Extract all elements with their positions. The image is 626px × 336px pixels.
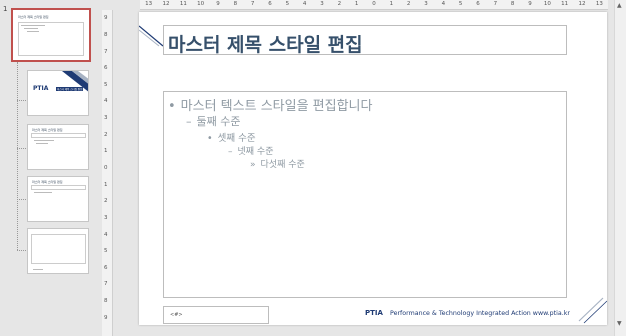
ruler-tick-label: 5 <box>458 1 463 7</box>
ruler-tick-label: 11 <box>561 1 569 7</box>
ruler-tick-label: 2 <box>104 131 108 138</box>
ruler-tick-label: 1 <box>104 181 108 188</box>
vertical-scrollbar[interactable]: ▲ ▼ <box>614 0 626 336</box>
slide-title: 마스터 제목 스타일 편집 <box>168 34 363 56</box>
layout-tree-connector <box>17 62 27 250</box>
ruler-tick-label: 7 <box>104 48 108 55</box>
ruler-tick-label: 7 <box>250 1 255 7</box>
text-level-4: – 넷째 수준 <box>228 147 274 157</box>
ruler-tick-label: 13 <box>595 1 603 7</box>
ruler-tick-label: 5 <box>285 1 290 7</box>
ruler-tick-label: 5 <box>104 248 108 255</box>
ruler-tick-label: 9 <box>104 314 108 321</box>
vertical-ruler: 9 8 7 6 5 4 3 2 1 0 1 2 3 4 5 6 7 8 9 <box>102 10 113 336</box>
ruler-tick-label: 12 <box>162 1 170 7</box>
ruler-tick-label: 4 <box>302 1 307 7</box>
ptia-logo: PTIA <box>365 309 383 317</box>
slide-master-canvas[interactable]: 마스터 제목 스타일 편집 • 마스터 텍스트 스타일을 편집합니다 – 둘째 수준… <box>139 12 607 325</box>
text-level-3: • 셋째 수준 <box>207 133 256 144</box>
ruler-tick-label: 6 <box>104 65 108 72</box>
scroll-down-icon[interactable]: ▼ <box>617 320 622 327</box>
text-level-1: • 마스터 텍스트 스타일을 편집합니다 <box>168 99 373 114</box>
stripe-graphic <box>62 71 88 92</box>
slide-number-placeholder[interactable]: <#> <box>163 306 269 324</box>
ruler-tick-label: 9 <box>216 1 220 7</box>
ruler-tick-label: 2 <box>406 1 411 7</box>
ruler-tick-label: 4 <box>441 1 446 7</box>
ruler-tick-label: 7 <box>104 281 108 288</box>
slide-thumbnail-pane: 1 마스터 제목 스타일 편집 PTIA 마스터 제목 스타일 편집 마스터 제… <box>0 0 100 336</box>
ruler-tick-label: 8 <box>510 1 515 7</box>
ruler-tick-label: 8 <box>104 31 108 38</box>
ruler-tick-label: 4 <box>104 231 108 238</box>
slide-number-field: <#> <box>170 312 183 318</box>
master-slide-thumbnail[interactable]: 마스터 제목 스타일 편집 <box>11 8 91 62</box>
ruler-tick-label: 3 <box>104 115 108 122</box>
ruler-tick-label: 0 <box>104 165 108 171</box>
ruler-tick-label: 4 <box>104 98 108 105</box>
ruler-tick-label: 6 <box>104 264 108 271</box>
ruler-tick-label: 1 <box>104 148 108 155</box>
company-tagline: Performance & Technology Integrated Acti… <box>390 310 570 317</box>
ruler-tick-label: 3 <box>320 1 324 7</box>
ruler-tick-label: 8 <box>233 1 238 7</box>
ruler-tick-label: 2 <box>104 198 108 205</box>
body-text-placeholder[interactable]: • 마스터 텍스트 스타일을 편집합니다 – 둘째 수준 • 셋째 수준 – 넷째 수준… <box>163 91 567 298</box>
ruler-tick-label: 3 <box>424 1 428 7</box>
ruler-tick-label: 7 <box>493 1 498 7</box>
ruler-tick-label: 10 <box>543 1 551 7</box>
ruler-tick-label: 10 <box>197 1 205 7</box>
section-layout-thumbnail[interactable]: 마스터 제목 스타일 편집 <box>27 176 89 222</box>
text-level-5: » 다섯째 수준 <box>250 160 305 170</box>
text-level-2: – 둘째 수준 <box>186 115 241 128</box>
ruler-tick-label: 3 <box>104 214 108 221</box>
ruler-tick-label: 5 <box>104 81 108 88</box>
ruler-tick-label: 13 <box>145 1 153 7</box>
ruler-tick-label: 12 <box>578 1 586 7</box>
blank-layout-thumbnail[interactable] <box>27 228 89 274</box>
title-layout-thumbnail[interactable]: PTIA 마스터 제목 스타일 편집 <box>27 70 89 116</box>
scroll-up-icon[interactable]: ▲ <box>617 2 622 9</box>
ruler-tick-label: 6 <box>476 1 480 7</box>
ruler-tick-label: 1 <box>389 1 394 7</box>
horizontal-ruler: 13 12 11 10 9 8 7 6 5 4 3 2 1 0 1 2 3 4 5 6 7 8 9 10 11 12 13 <box>140 0 608 10</box>
ruler-tick-label: 0 <box>372 1 376 7</box>
ruler-tick-label: 1 <box>354 1 359 7</box>
title-content-layout-thumbnail[interactable]: 마스터 제목 스타일 편집 <box>27 124 89 170</box>
ruler-tick-label: 2 <box>337 1 342 7</box>
ruler-tick-label: 8 <box>104 298 108 305</box>
ruler-tick-label: 9 <box>528 1 532 7</box>
ruler-tick-label: 6 <box>268 1 272 7</box>
title-placeholder[interactable]: 마스터 제목 스타일 편집 <box>163 25 567 56</box>
ruler-tick-label: 11 <box>179 1 187 7</box>
slide-number: 1 <box>3 5 8 13</box>
ruler-tick-label: 9 <box>104 15 108 22</box>
